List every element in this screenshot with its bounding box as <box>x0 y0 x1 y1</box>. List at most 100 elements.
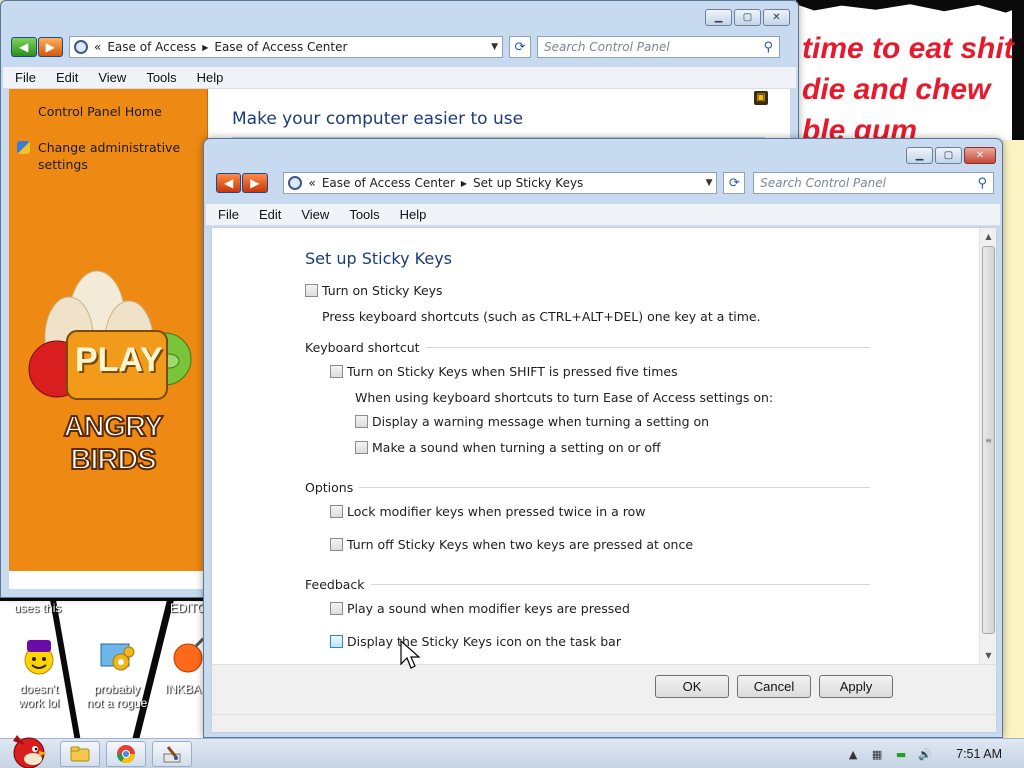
control-panel-home-link[interactable]: Control Panel Home <box>38 103 162 120</box>
turn-off-two-keys-checkbox[interactable] <box>330 538 343 551</box>
system-tray: ▲ ▦ ▬ 🔊 7:51 AM <box>846 739 1024 768</box>
vertical-scrollbar[interactable]: ▲ ≡ ▼ <box>979 228 996 664</box>
play-sound-modifier-checkbox[interactable] <box>330 602 343 615</box>
option-label: Turn off Sticky Keys when two keys are p… <box>347 537 694 552</box>
maximize-button[interactable]: ▢ <box>734 9 761 26</box>
clock[interactable]: 7:51 AM <box>956 747 1002 761</box>
menu-bar: File Edit View Tools Help <box>206 204 1000 226</box>
turn-off-two-keys-option[interactable]: Turn off Sticky Keys when two keys are p… <box>330 537 693 552</box>
scrollbar-thumb[interactable]: ≡ <box>982 246 995 634</box>
ok-button[interactable]: OK <box>655 675 729 698</box>
caption-buttons: ▁ ▢ ✕ <box>705 9 790 26</box>
shift-five-times-option[interactable]: Turn on Sticky Keys when SHIFT is presse… <box>330 364 678 379</box>
breadcrumb-separator-icon: ▶ <box>202 42 209 52</box>
taskbar-icon-option[interactable]: Display the Sticky Keys icon on the task… <box>330 634 621 649</box>
warning-message-option[interactable]: Display a warning message when turning a… <box>355 414 709 429</box>
graffiti-line-1: time to eat shit <box>802 32 1014 65</box>
option-label: Turn on Sticky Keys <box>322 283 443 298</box>
group-heading-label: Feedback <box>305 577 365 592</box>
menu-tools[interactable]: Tools <box>146 70 176 85</box>
battery-icon[interactable]: ▬ <box>894 747 908 761</box>
address-row: ◀ ▶ « Ease of Access ▶ Ease of Access Ce… <box>11 35 790 59</box>
address-prefix[interactable]: « <box>308 176 315 190</box>
show-hidden-icons-chevron[interactable]: ▲ <box>846 747 860 761</box>
angry-birds-badge-icon: ▣ <box>754 91 768 105</box>
menu-file[interactable]: File <box>15 70 36 85</box>
network-icon[interactable]: ▦ <box>870 747 884 761</box>
breadcrumb-item[interactable]: Ease of Access Center <box>322 176 455 190</box>
search-input[interactable]: Search Control Panel ⚲ <box>537 36 780 58</box>
search-icon[interactable]: ⚲ <box>977 176 987 191</box>
desktop-icon-yahoo[interactable]: doesn't work lol <box>6 638 72 710</box>
address-bar[interactable]: « Ease of Access Center ▶ Set up Sticky … <box>283 172 718 194</box>
menu-bar: File Edit View Tools Help <box>3 67 796 89</box>
scroll-down-icon[interactable]: ▼ <box>980 647 997 664</box>
minimize-button[interactable]: ▁ <box>906 147 933 164</box>
make-sound-option[interactable]: Make a sound when turning a setting on o… <box>355 440 661 455</box>
make-sound-checkbox[interactable] <box>355 441 368 454</box>
caption-buttons: ▁ ▢ ✕ <box>906 147 996 164</box>
menu-help[interactable]: Help <box>197 70 224 85</box>
desktop-icon-control-panel[interactable]: probably not a rogue <box>84 638 150 710</box>
refresh-icon[interactable]: ⟳ <box>509 36 531 58</box>
close-button[interactable]: ✕ <box>964 147 996 164</box>
maximize-button[interactable]: ▢ <box>935 147 962 164</box>
breadcrumb-item[interactable]: Ease of Access Center <box>214 40 347 54</box>
chrome-icon <box>117 745 135 764</box>
page-heading: Make your computer easier to use <box>232 109 524 129</box>
back-arrow-icon[interactable]: ◀ <box>216 173 242 193</box>
angry-bird-start-icon <box>13 735 47 768</box>
taskbar-chrome-button[interactable] <box>106 741 146 767</box>
content-pane: Set up Sticky Keys Turn on Sticky Keys P… <box>211 227 997 733</box>
play-sound-modifier-option[interactable]: Play a sound when modifier keys are pres… <box>330 601 630 616</box>
refresh-icon[interactable]: ⟳ <box>723 172 746 194</box>
start-button[interactable] <box>4 731 52 768</box>
taskbar-explorer-button[interactable] <box>60 741 100 767</box>
address-bar[interactable]: « Ease of Access ▶ Ease of Access Center… <box>69 36 503 58</box>
nav-buttons: ◀ ▶ <box>216 173 268 193</box>
menu-view[interactable]: View <box>98 70 126 85</box>
menu-edit[interactable]: Edit <box>56 70 78 85</box>
option-label: Lock modifier keys when pressed twice in… <box>347 504 646 519</box>
close-button[interactable]: ✕ <box>763 9 790 26</box>
option-label: Play a sound when modifier keys are pres… <box>347 601 630 616</box>
sticky-keys-window[interactable]: ▁ ▢ ✕ ◀ ▶ « Ease of Access Center ▶ Set … <box>203 138 1003 738</box>
back-arrow-icon[interactable]: ◀ <box>11 37 37 57</box>
menu-file[interactable]: File <box>218 207 239 222</box>
angry-birds-ad[interactable]: PLAY ANGRY BIRDS <box>17 249 207 477</box>
menu-tools[interactable]: Tools <box>349 207 379 222</box>
chevron-down-icon[interactable]: ▼ <box>706 178 713 188</box>
forward-arrow-icon[interactable]: ▶ <box>242 173 268 193</box>
menu-view[interactable]: View <box>301 207 329 222</box>
desktop-icon-label: doesn't work lol <box>18 682 60 710</box>
turn-on-sticky-keys-checkbox[interactable] <box>305 284 318 297</box>
minimize-button[interactable]: ▁ <box>705 9 732 26</box>
breadcrumb-item[interactable]: Set up Sticky Keys <box>473 176 583 190</box>
lock-modifier-keys-option[interactable]: Lock modifier keys when pressed twice in… <box>330 504 645 519</box>
address-prefix[interactable]: « <box>94 40 101 54</box>
forward-arrow-icon[interactable]: ▶ <box>37 37 63 57</box>
shift-five-times-checkbox[interactable] <box>330 365 343 378</box>
chevron-down-icon[interactable]: ▼ <box>491 42 498 52</box>
cancel-button[interactable]: Cancel <box>737 675 811 698</box>
warning-message-checkbox[interactable] <box>355 415 368 428</box>
apply-button[interactable]: Apply <box>819 675 893 698</box>
lock-modifier-keys-checkbox[interactable] <box>330 505 343 518</box>
change-admin-settings-link[interactable]: Change administrative settings <box>38 139 188 173</box>
search-icon[interactable]: ⚲ <box>763 40 773 55</box>
taskbar-icon-checkbox[interactable] <box>330 635 343 648</box>
turn-on-sticky-keys-option[interactable]: Turn on Sticky Keys <box>305 283 443 298</box>
taskbar-paint-button[interactable] <box>152 741 192 767</box>
partial-label: uses this <box>14 601 62 615</box>
volume-icon[interactable]: 🔊 <box>918 747 932 761</box>
shortcut-sub-description: When using keyboard shortcuts to turn Ea… <box>355 390 774 405</box>
taskbar: ▲ ▦ ▬ 🔊 7:51 AM <box>0 735 1024 768</box>
paint-icon <box>163 746 181 763</box>
breadcrumb-item[interactable]: Ease of Access <box>107 40 196 54</box>
scroll-up-icon[interactable]: ▲ <box>980 228 997 245</box>
menu-edit[interactable]: Edit <box>259 207 281 222</box>
menu-help[interactable]: Help <box>400 207 427 222</box>
search-input[interactable]: Search Control Panel ⚲ <box>753 172 994 194</box>
mouse-cursor-icon <box>400 639 422 673</box>
option-label: Turn on Sticky Keys when SHIFT is presse… <box>347 364 678 379</box>
